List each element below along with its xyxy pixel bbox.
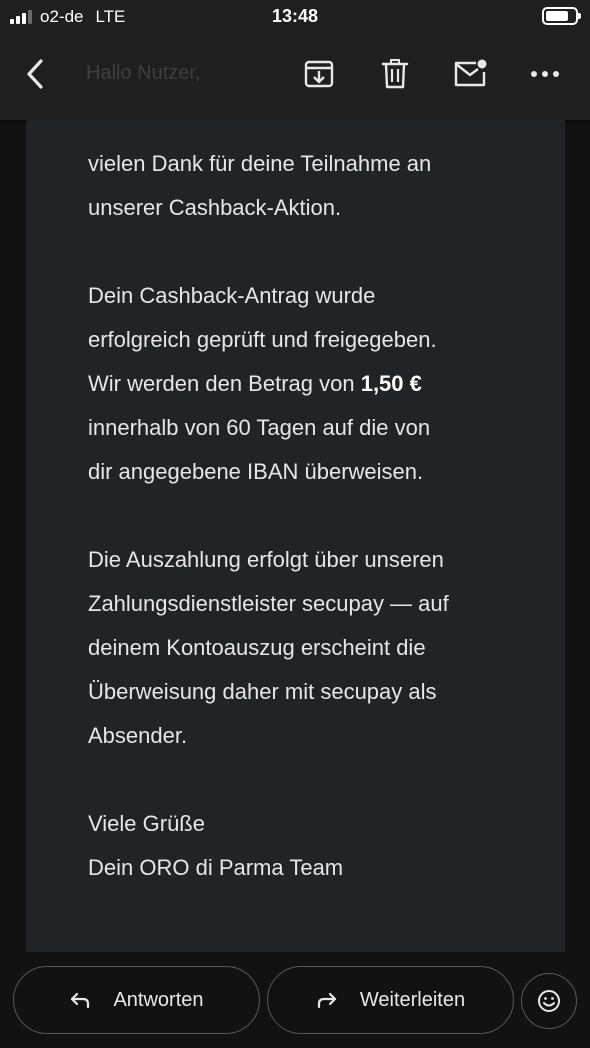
mark-unread-button[interactable] <box>448 52 492 96</box>
body-line: Wir werden den Betrag von <box>88 371 361 396</box>
status-bar: o2-de LTE 13:48 <box>0 0 590 34</box>
body-line: Absender. <box>88 723 188 748</box>
mail-screen: o2-de LTE 13:48 Hallo Nutzer, vielen Dan… <box>0 0 590 1048</box>
closing-line: Viele Grüße <box>88 811 205 836</box>
signature-line: Dein ORO di Parma Team <box>88 855 344 880</box>
back-button[interactable] <box>14 52 58 96</box>
paragraph-signoff: Viele Grüße Dein ORO di Parma Team <box>88 802 528 890</box>
trash-icon <box>381 59 409 89</box>
subject-title: Hallo Nutzer, <box>86 62 201 84</box>
body-line: Überweisung daher mit secupay als <box>88 679 437 704</box>
back-arrow-icon <box>27 59 43 89</box>
more-button[interactable] <box>523 52 567 96</box>
body-line: unserer Cashback-Aktion. <box>88 195 342 220</box>
archive-button[interactable] <box>297 52 341 96</box>
email-body-card: vielen Dank für deine Teilnahme an unser… <box>26 120 565 952</box>
reply-button[interactable]: Antworten <box>13 966 260 1034</box>
email-body-text: vielen Dank für deine Teilnahme an unser… <box>88 142 528 890</box>
body-line: Dein Cashback-Antrag wurde <box>88 283 376 308</box>
archive-icon <box>304 60 334 88</box>
body-line: Zahlungsdienstleister secupay — auf <box>88 591 449 616</box>
body-line: vielen Dank für deine Teilnahme an <box>88 151 432 176</box>
clock: 13:48 <box>271 6 319 26</box>
action-bar: Antworten Weiterleiten <box>0 952 590 1048</box>
paragraph-payout: Die Auszahlung erfolgt über unseren Zahl… <box>88 538 528 758</box>
forward-icon <box>317 992 336 1009</box>
more-icon <box>531 71 559 77</box>
forward-label: Weiterleiten <box>359 988 466 1011</box>
reply-icon <box>71 992 90 1009</box>
smiley-icon <box>538 990 560 1012</box>
body-line: innerhalb von 60 Tagen auf die von <box>88 415 431 440</box>
cashback-amount: 1,50 € <box>360 371 422 396</box>
body-line: dir angegebene IBAN überweisen. <box>88 459 424 484</box>
body-line: deinem Kontoauszug erscheint die <box>88 635 426 660</box>
toolbar: Hallo Nutzer, <box>0 34 590 120</box>
reply-label: Antworten <box>113 988 204 1011</box>
emoji-reaction-button[interactable] <box>521 973 577 1029</box>
mark-unread-icon <box>454 59 487 87</box>
paragraph-approval: Dein Cashback-Antrag wurde erfolgreich g… <box>88 274 528 494</box>
delete-button[interactable] <box>373 52 417 96</box>
body-line: erfolgreich geprüft und freigegeben. <box>88 327 437 352</box>
battery-icon <box>542 7 581 25</box>
body-line: Die Auszahlung erfolgt über unseren <box>88 547 444 572</box>
forward-button[interactable]: Weiterleiten <box>267 966 514 1034</box>
paragraph-thanks: vielen Dank für deine Teilnahme an unser… <box>88 142 528 230</box>
